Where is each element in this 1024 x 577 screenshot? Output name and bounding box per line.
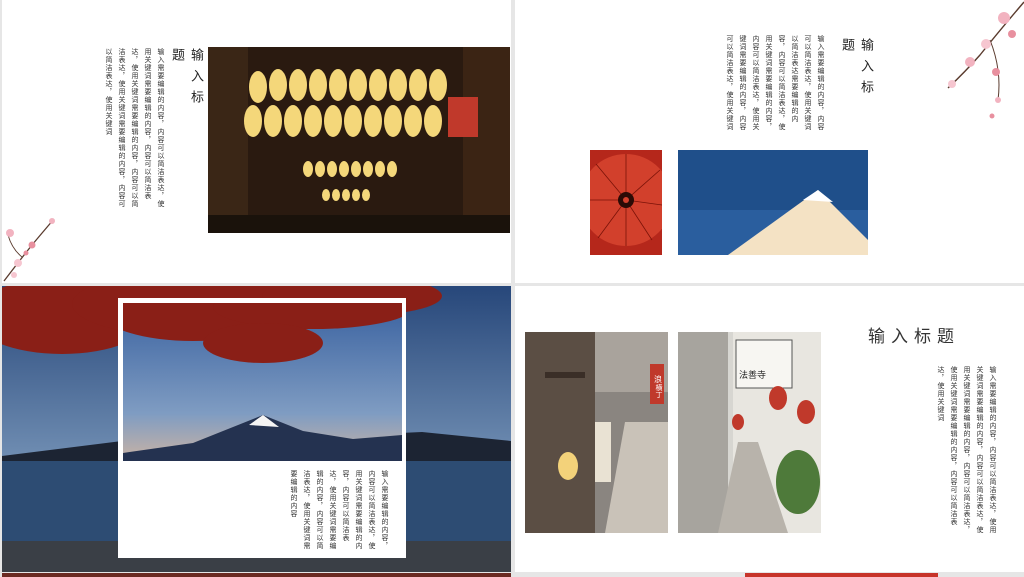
slide-1-body-text: 输入需要编辑的内容，内容可以简洁表达，使用关键词需要编辑的内容，内容可以简洁表达… — [105, 48, 165, 208]
slide-thumbnail-grid: 输入标题 输入需要编辑的内容，内容可以简洁表达，使用关键词需要编辑的内容，内容可… — [0, 0, 1024, 577]
next-row-hint-left — [2, 573, 511, 577]
cherry-blossom-branch-right — [947, 1, 1024, 119]
slide-1-thumbnail[interactable]: 输入标题 输入需要编辑的内容，内容可以简洁表达，使用关键词需要编辑的内容，内容可… — [2, 0, 511, 283]
slide-4-title: 输入标题 — [868, 327, 960, 347]
next-row-hint-right — [745, 573, 938, 577]
alley-signs-photo — [678, 332, 821, 533]
mount-fuji-framed-photo — [123, 303, 402, 461]
slide-2-body-text: 输入需要编辑的内容，内容可以简洁表达，使用关键词以简洁表达需要编辑的内容，内容可… — [726, 35, 825, 131]
street-shops-photo — [525, 332, 668, 533]
slide-4-thumbnail[interactable]: 法善寺 浪 横丁 输入标题 输入需要编辑的内容，内容可以简洁表达，使用关键词需要… — [515, 286, 1024, 572]
sign-1-text: 法善寺 — [739, 371, 767, 381]
slide-2-title: 输入标题 — [839, 38, 873, 101]
mount-fuji-aerial-photo — [678, 150, 868, 255]
red-umbrella-photo — [590, 150, 662, 255]
cherry-blossom-branch-left — [3, 218, 55, 282]
slide-1-title: 输入标题 — [169, 48, 203, 111]
lantern-alley-photo — [208, 47, 510, 233]
slide-4-body-text: 输入需要编辑的内容，内容可以简洁表达，使用关键词需要编辑的内容，内容可以简洁表达… — [937, 366, 997, 534]
slide-3-thumbnail[interactable]: 输入需要编辑的内容，内容可以简洁表达，使用关键词需要编辑的内容，内容可以简洁表达… — [2, 286, 511, 572]
slide-3-body-text: 输入需要编辑的内容，内容可以简洁表达，使用关键词需要编辑的内容，内容可以简洁表达… — [290, 470, 389, 550]
sign-3-text: 横丁 — [655, 384, 663, 398]
slide-2-thumbnail[interactable]: 输入需要编辑的内容，内容可以简洁表达，使用关键词以简洁表达需要编辑的内容，内容可… — [515, 0, 1024, 283]
